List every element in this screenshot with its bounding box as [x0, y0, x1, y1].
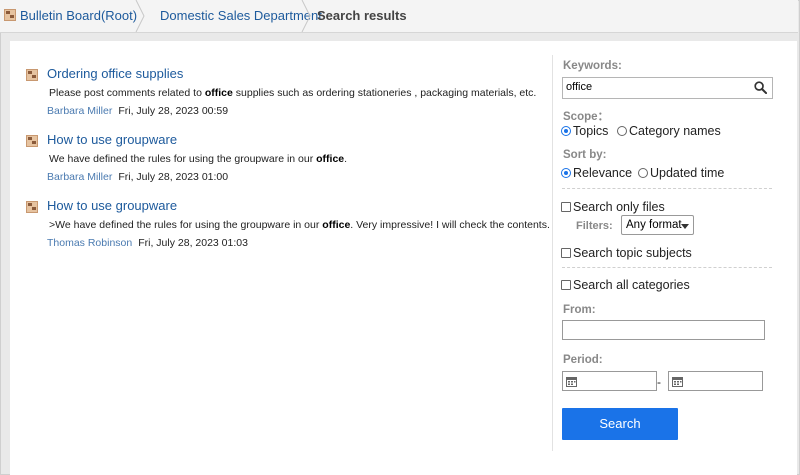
breadcrumb-separator-icon [135, 0, 145, 32]
period-label: Period: [563, 354, 603, 366]
sort-by-label: Sort by: [563, 149, 607, 161]
snippet-text: We have defined the rules for using the … [49, 153, 317, 165]
topic-icon [26, 201, 38, 213]
sort-updated-time-radio[interactable] [638, 168, 648, 178]
result-meta: Barbara Miller Fri, July 28, 2023 00:59 [47, 105, 228, 117]
breadcrumb-department-link[interactable]: Domestic Sales Department [160, 8, 322, 23]
snippet-text: supplies such as ordering stationeries ,… [232, 87, 537, 99]
search-all-categories-checkbox[interactable] [561, 280, 571, 290]
result-snippet: >We have defined the rules for using the… [49, 219, 550, 231]
result-title-link[interactable]: How to use groupware [47, 132, 177, 147]
search-all-categories-label: Search all categories [573, 278, 690, 292]
sort-relevance-label: Relevance [573, 166, 633, 180]
search-topic-subjects-option[interactable]: Search topic subjects [561, 246, 692, 260]
scope-category-names-label: Category names [629, 124, 721, 138]
from-label: From: [563, 304, 596, 316]
search-topic-subjects-label: Search topic subjects [573, 246, 692, 260]
search-only-files-checkbox[interactable] [561, 202, 571, 212]
search-only-files-label: Search only files [573, 200, 665, 214]
scope-category-names-radio[interactable] [617, 126, 627, 136]
bulletin-board-icon [4, 9, 16, 21]
breadcrumb-separator-icon [301, 0, 311, 32]
snippet-text: . [344, 153, 348, 165]
topic-icon [26, 69, 38, 81]
topic-icon [26, 135, 38, 147]
from-input[interactable] [562, 320, 765, 340]
result-date: Fri, July 28, 2023 01:00 [118, 171, 229, 183]
keywords-label: Keywords: [563, 60, 622, 72]
result-date: Fri, July 28, 2023 01:03 [138, 237, 248, 249]
snippet-text: . Very impressive! I will check the cont… [350, 219, 550, 231]
divider [562, 267, 772, 268]
keywords-value: office [566, 81, 593, 93]
result-date: Fri, July 28, 2023 00:59 [118, 105, 229, 117]
period-end-input[interactable] [668, 371, 763, 391]
calendar-icon[interactable] [672, 376, 683, 387]
calendar-icon[interactable] [566, 376, 577, 387]
search-only-files-option[interactable]: Search only files [561, 200, 665, 214]
main-content: Ordering office supplies Please post com… [10, 41, 797, 475]
breadcrumb-root[interactable]: Bulletin Board(Root) [20, 0, 137, 32]
search-all-categories-option[interactable]: Search all categories [561, 278, 690, 292]
search-options-panel: Keywords: office Scope： Topics Category … [552, 55, 785, 451]
result-title-link[interactable]: How to use groupware [47, 198, 177, 213]
result-snippet: We have defined the rules for using the … [49, 153, 347, 165]
chevron-down-icon [681, 224, 689, 229]
filters-select-value: Any format [626, 219, 682, 231]
search-topic-subjects-checkbox[interactable] [561, 248, 571, 258]
result-title-link[interactable]: Ordering office supplies [47, 66, 183, 81]
period-start-input[interactable] [562, 371, 657, 391]
scope-label: Scope： [563, 111, 610, 123]
breadcrumb-current: Search results [317, 8, 407, 23]
period-separator: - [657, 375, 661, 389]
scope-topics-radio[interactable] [561, 126, 571, 136]
scope-topics-option[interactable]: Topics [561, 124, 608, 138]
result-author-link[interactable]: Barbara Miller [47, 171, 112, 183]
snippet-text: >We have defined the rules for using the… [49, 219, 323, 231]
snippet-highlight: office [316, 153, 345, 165]
result-snippet: Please post comments related to office s… [49, 87, 536, 99]
breadcrumb: Bulletin Board(Root) Domestic Sales Depa… [0, 0, 798, 33]
filters-select[interactable]: Any format [621, 215, 694, 235]
scope-category-names-option[interactable]: Category names [617, 124, 721, 138]
result-author-link[interactable]: Thomas Robinson [47, 237, 132, 249]
snippet-text: Please post comments related to [49, 87, 205, 99]
snippet-highlight: office [322, 219, 351, 231]
keywords-input[interactable]: office [562, 77, 773, 99]
result-meta: Thomas Robinson Fri, July 28, 2023 01:03 [47, 237, 248, 249]
sort-relevance-option[interactable]: Relevance [561, 166, 632, 180]
sort-updated-time-option[interactable]: Updated time [638, 166, 724, 180]
divider [562, 188, 772, 189]
snippet-highlight: office [204, 87, 233, 99]
search-button[interactable]: Search [562, 408, 678, 440]
sort-relevance-radio[interactable] [561, 168, 571, 178]
filters-label: Filters: [576, 220, 613, 232]
result-author-link[interactable]: Barbara Miller [47, 105, 112, 117]
result-meta: Barbara Miller Fri, July 28, 2023 01:00 [47, 171, 228, 183]
breadcrumb-root-link[interactable]: Bulletin Board(Root) [20, 8, 137, 23]
breadcrumb-department[interactable]: Domestic Sales Department [160, 0, 322, 32]
scope-topics-label: Topics [573, 124, 609, 138]
search-icon[interactable] [754, 81, 767, 94]
sort-updated-time-label: Updated time [650, 166, 725, 180]
